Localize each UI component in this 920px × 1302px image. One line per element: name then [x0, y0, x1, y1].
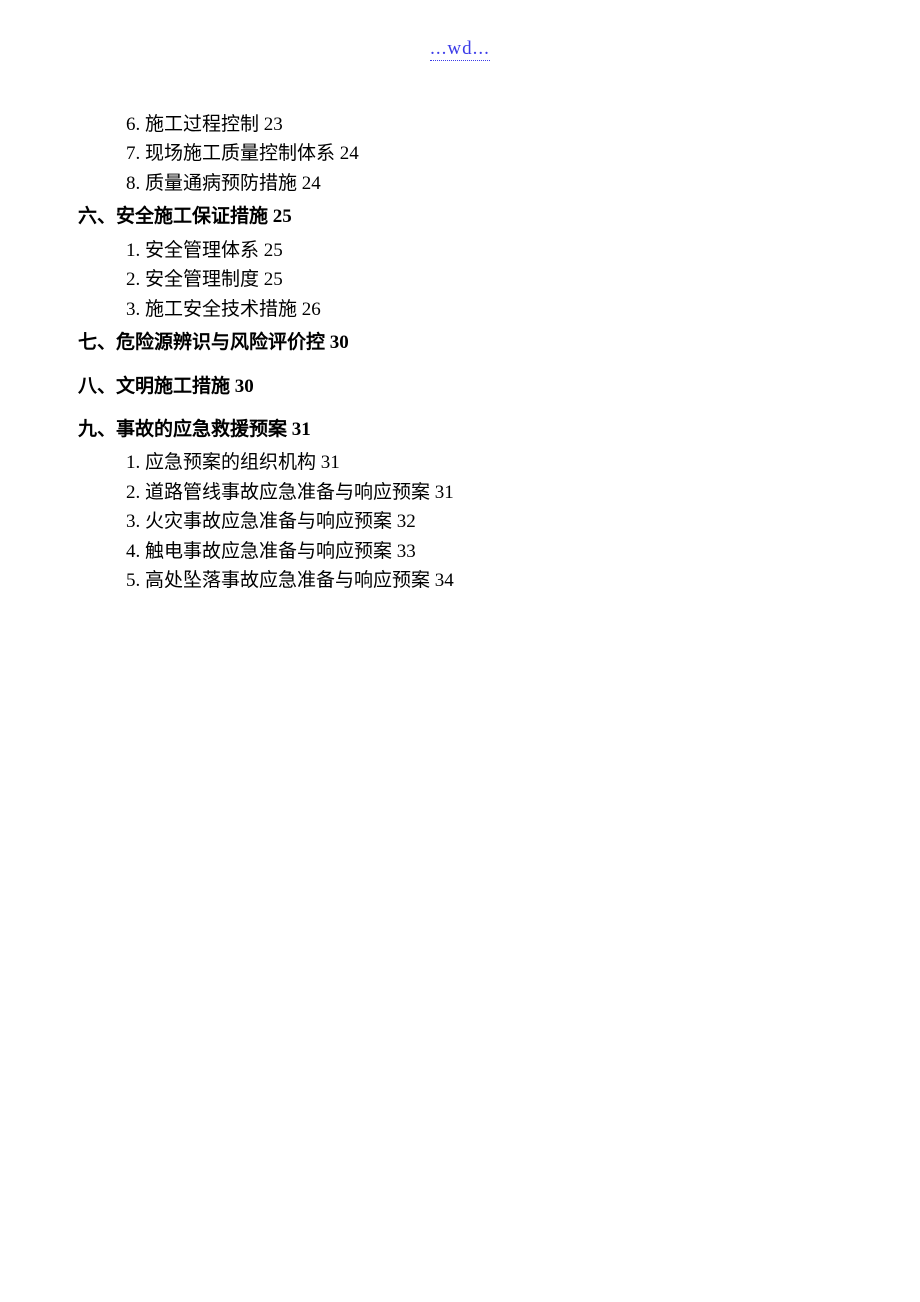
toc-section-heading: 八、文明施工措施 30 — [78, 372, 842, 401]
toc-section-heading: 七、危险源辨识与风险评价控 30 — [78, 328, 842, 357]
toc-section-heading: 九、事故的应急救援预案 31 — [78, 415, 842, 444]
header-link[interactable]: ...wd... — [430, 38, 490, 61]
toc-sub-item: 3. 施工安全技术措施 26 — [126, 295, 842, 324]
table-of-contents: 6. 施工过程控制 23 7. 现场施工质量控制体系 24 8. 质量通病预防措… — [78, 110, 842, 596]
toc-sub-item: 4. 触电事故应急准备与响应预案 33 — [126, 537, 842, 566]
toc-sub-item: 2. 安全管理制度 25 — [126, 265, 842, 294]
toc-sub-item: 1. 应急预案的组织机构 31 — [126, 448, 842, 477]
toc-sub-item: 2. 道路管线事故应急准备与响应预案 31 — [126, 478, 842, 507]
toc-sub-item: 3. 火灾事故应急准备与响应预案 32 — [126, 507, 842, 536]
page-header: ...wd... — [0, 38, 920, 60]
toc-sub-item: 7. 现场施工质量控制体系 24 — [126, 139, 842, 168]
toc-sub-item: 6. 施工过程控制 23 — [126, 110, 842, 139]
toc-sub-item: 8. 质量通病预防措施 24 — [126, 169, 842, 198]
toc-sub-item: 1. 安全管理体系 25 — [126, 236, 842, 265]
toc-section-heading: 六、安全施工保证措施 25 — [78, 202, 842, 231]
toc-sub-item: 5. 高处坠落事故应急准备与响应预案 34 — [126, 566, 842, 595]
